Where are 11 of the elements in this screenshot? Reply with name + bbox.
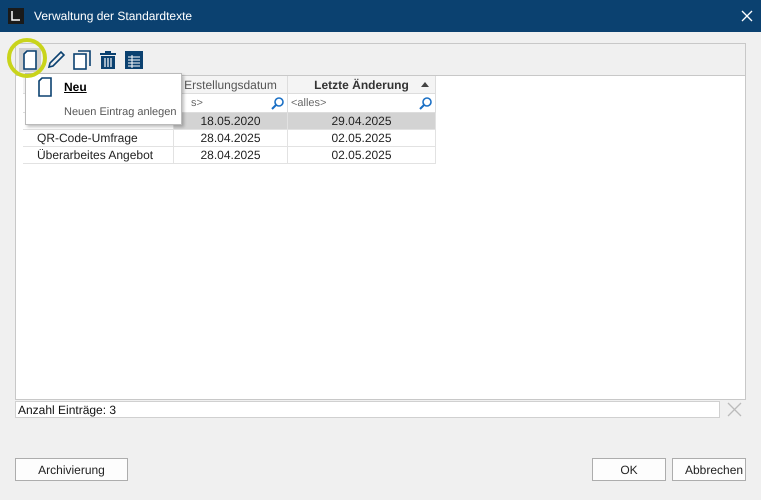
table-cell: 18.05.2020 <box>174 113 288 130</box>
table-cell: 02.05.2025 <box>288 130 436 147</box>
window-title: Verwaltung der Standardtexte <box>34 9 194 23</box>
table-cell: 28.04.2025 <box>174 130 288 147</box>
table-cell: Überarbeites Angebot <box>31 147 174 164</box>
table-cell: 02.05.2025 <box>288 147 436 164</box>
popup-title: Neu <box>64 80 88 94</box>
status-field: Anzahl Einträge: 3 <box>15 401 720 418</box>
table-cell: 29.04.2025 <box>288 113 436 130</box>
table-cell: 28.04.2025 <box>174 147 288 164</box>
table-cell: QR-Code-Umfrage <box>31 130 174 147</box>
